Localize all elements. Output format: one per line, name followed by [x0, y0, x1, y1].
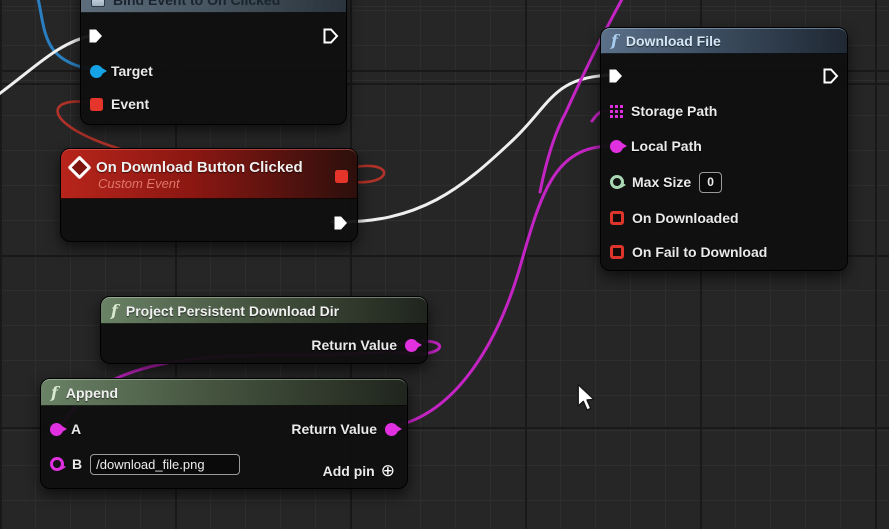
function-icon: f	[51, 382, 58, 402]
b-pin-label: B	[72, 456, 83, 472]
exec-output-pin[interactable]	[823, 68, 839, 84]
node-subtitle: Custom Event	[98, 175, 180, 191]
b-pin[interactable]	[50, 457, 66, 471]
return-value-pin[interactable]	[405, 338, 422, 352]
event-pin-label: Event	[111, 96, 150, 112]
on-downloaded-pin[interactable]	[610, 211, 624, 225]
function-icon: f	[111, 300, 118, 320]
exec-input-pin[interactable]	[608, 68, 624, 84]
local-path-label: Local Path	[631, 138, 702, 154]
max-size-input[interactable]: 0	[699, 171, 723, 193]
target-pin[interactable]	[90, 64, 107, 78]
storage-path-label: Storage Path	[631, 103, 718, 119]
mouse-cursor	[577, 383, 595, 411]
a-pin[interactable]	[50, 422, 67, 436]
function-icon: f	[611, 31, 618, 50]
on-fail-pin[interactable]	[610, 245, 624, 259]
custom-event-icon	[67, 154, 92, 180]
node-title: Append	[65, 384, 118, 401]
return-value-label: Return Value	[311, 337, 397, 353]
bind-event-icon	[91, 0, 105, 7]
storage-path-pin[interactable]	[610, 104, 623, 118]
exec-output-pin[interactable]	[323, 28, 339, 44]
node-title: Download File	[625, 33, 721, 49]
event-pin[interactable]	[90, 97, 103, 111]
node-project-dir[interactable]: f Project Persistent Download Dir Return…	[100, 296, 428, 364]
exec-output-pin[interactable]	[333, 215, 349, 231]
node-download-file[interactable]: f Download File Storage Path Local Path …	[600, 27, 848, 271]
target-pin-label: Target	[111, 63, 153, 79]
node-title: On Download Button Clicked	[96, 158, 303, 176]
node-title: Bind Event to On Clicked	[113, 0, 280, 8]
node-custom-event[interactable]: On Download Button Clicked Custom Event	[60, 148, 358, 242]
return-value-pin[interactable]	[385, 422, 402, 436]
delegate-output-pin[interactable]	[335, 169, 348, 183]
max-size-label: Max Size	[632, 174, 692, 190]
add-pin-icon[interactable]: ⊕	[381, 462, 395, 479]
return-value-label: Return Value	[291, 421, 377, 437]
node-append[interactable]: f Append A Return Value B Add pin ⊕	[40, 378, 408, 489]
node-bind-event[interactable]: Bind Event to On Clicked Target Event	[80, 0, 347, 125]
local-path-pin[interactable]	[610, 139, 627, 153]
blueprint-canvas[interactable]: Bind Event to On Clicked Target Event On…	[0, 0, 889, 529]
a-pin-label: A	[71, 421, 82, 437]
node-bind-event-header[interactable]: Bind Event to On Clicked	[81, 0, 346, 13]
b-value-input[interactable]	[90, 453, 241, 475]
max-size-pin[interactable]	[610, 175, 626, 189]
node-title: Project Persistent Download Dir	[125, 302, 340, 319]
node-append-header[interactable]: f Append	[41, 379, 407, 406]
node-project-dir-header[interactable]: f Project Persistent Download Dir	[101, 297, 427, 324]
on-fail-label: On Fail to Download	[632, 244, 768, 260]
exec-input-pin[interactable]	[88, 28, 104, 44]
node-custom-event-header[interactable]: On Download Button Clicked Custom Event	[61, 149, 357, 199]
add-pin-label: Add pin	[322, 463, 375, 479]
on-downloaded-label: On Downloaded	[632, 210, 739, 226]
node-download-file-header[interactable]: f Download File	[601, 28, 847, 54]
